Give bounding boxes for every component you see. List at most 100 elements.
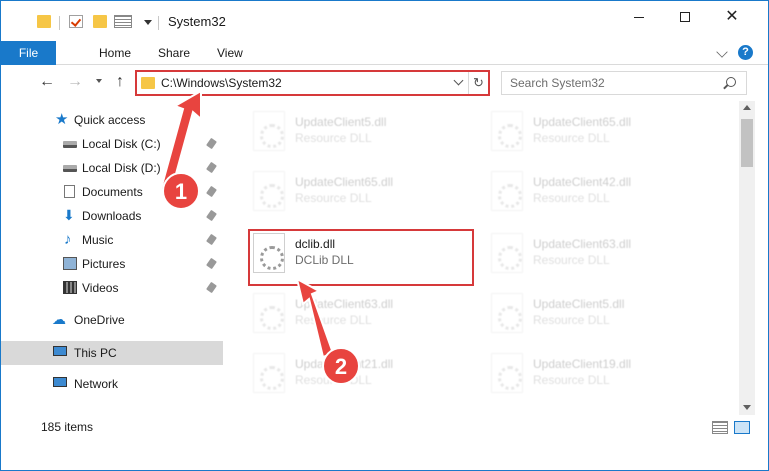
pin-icon[interactable] <box>206 137 217 150</box>
file-name: UpdateClient5.dll <box>533 297 625 311</box>
sidebar-item-downloads[interactable]: ⬇ Downloads <box>1 204 223 228</box>
music-icon: ♪ <box>64 231 72 248</box>
sidebar-item-label: Music <box>82 233 114 247</box>
file-item[interactable]: UpdateClient63.dll Resource DLL <box>487 229 717 279</box>
sidebar-item-label: Quick access <box>74 113 146 127</box>
file-item[interactable]: UpdateClient65.dll Resource DLL <box>487 107 717 157</box>
sidebar-item-label: OneDrive <box>74 313 125 327</box>
status-bar: 185 items <box>1 415 768 439</box>
file-item[interactable]: UpdateClient21.dll Resource DLL <box>249 349 479 399</box>
sidebar-item-documents[interactable]: Documents <box>1 180 223 204</box>
scroll-thumb[interactable] <box>741 119 753 167</box>
star-icon: ★ <box>55 111 69 128</box>
download-icon: ⬇ <box>63 207 75 223</box>
sidebar-item-local-disk-d[interactable]: Local Disk (D:) <box>1 156 223 180</box>
sidebar-item-label: This PC <box>74 346 117 360</box>
sidebar-item-label: Documents <box>82 185 143 199</box>
sidebar-item-label: Videos <box>82 281 119 295</box>
maximize-button[interactable] <box>662 1 708 33</box>
file-item[interactable]: UpdateClient63.dll Resource DLL <box>249 289 479 339</box>
forward-arrow-icon[interactable]: → <box>67 74 83 90</box>
dll-file-icon <box>253 353 285 393</box>
divider <box>59 16 60 30</box>
file-item[interactable]: UpdateClient42.dll Resource DLL <box>487 167 717 217</box>
search-input[interactable]: Search System32 <box>501 71 747 95</box>
properties-check-icon[interactable] <box>69 15 83 28</box>
navigation-bar: ← → ↑ C:\Windows\System32 ↻ Search Syste… <box>1 65 768 101</box>
folder-icon[interactable] <box>37 15 51 28</box>
pictures-icon <box>63 257 77 270</box>
tab-view[interactable]: View <box>217 41 243 65</box>
navigation-pane: ★ Quick access Local Disk (C:) Local Dis… <box>1 101 223 411</box>
vertical-scrollbar[interactable] <box>739 101 755 415</box>
details-view-icon[interactable] <box>712 421 728 434</box>
pin-icon[interactable] <box>206 161 217 174</box>
customize-toolbar-chevron-icon[interactable] <box>144 20 152 25</box>
minimize-button[interactable] <box>616 1 662 33</box>
sidebar-item-pictures[interactable]: Pictures <box>1 252 223 276</box>
file-name: UpdateClient19.dll <box>533 357 632 371</box>
dll-file-icon <box>491 171 523 211</box>
file-type: Resource DLL <box>295 191 372 205</box>
file-item[interactable]: UpdateClient65.dll Resource DLL <box>249 167 479 217</box>
pin-icon[interactable] <box>206 233 217 246</box>
search-placeholder: Search System32 <box>510 76 605 90</box>
maximize-icon <box>680 12 690 22</box>
ribbon-tabs: File Home Share View ? <box>1 41 768 65</box>
file-type: Resource DLL <box>295 313 372 327</box>
sidebar-item-onedrive[interactable]: ☁ OneDrive <box>1 308 223 332</box>
expand-ribbon-chevron-icon[interactable] <box>716 46 728 58</box>
drive-icon <box>63 141 77 148</box>
sidebar-item-quick-access[interactable]: ★ Quick access <box>1 108 223 132</box>
tab-share[interactable]: Share <box>158 41 190 65</box>
file-type: Resource DLL <box>533 191 610 205</box>
file-type: Resource DLL <box>533 313 610 327</box>
sidebar-item-label: Pictures <box>82 257 126 271</box>
close-button[interactable]: ✕ <box>709 1 755 33</box>
dll-file-icon <box>491 111 523 151</box>
properties-icon[interactable] <box>114 15 132 28</box>
sidebar-item-label: Downloads <box>82 209 142 223</box>
pin-icon[interactable] <box>206 257 217 270</box>
file-item[interactable]: UpdateClient19.dll Resource DLL <box>487 349 717 399</box>
large-icons-view-icon[interactable] <box>734 421 750 434</box>
pin-icon[interactable] <box>206 209 217 222</box>
sidebar-item-this-pc[interactable]: This PC <box>1 341 223 365</box>
address-highlight-box <box>135 70 490 96</box>
file-type: Resource DLL <box>295 131 372 145</box>
dll-file-icon <box>253 111 285 151</box>
pin-icon[interactable] <box>206 281 217 294</box>
sidebar-item-network[interactable]: Network <box>1 372 223 396</box>
file-name: UpdateClient5.dll <box>295 115 387 129</box>
tab-file[interactable]: File <box>1 41 56 65</box>
back-arrow-icon[interactable]: ← <box>39 74 55 90</box>
sidebar-item-videos[interactable]: Videos <box>1 276 223 300</box>
recent-locations-chevron-icon[interactable] <box>96 79 102 83</box>
scroll-down-arrow-icon[interactable] <box>743 405 751 410</box>
close-icon: ✕ <box>725 8 739 25</box>
file-name: UpdateClient21.dll <box>295 357 394 371</box>
file-item[interactable]: UpdateClient5.dll Resource DLL <box>487 289 717 339</box>
dll-file-icon <box>491 233 523 273</box>
title-bar: System32 ✕ <box>1 1 768 41</box>
new-folder-icon[interactable] <box>93 15 107 28</box>
file-type: Resource DLL <box>533 131 610 145</box>
minimize-icon <box>634 16 644 18</box>
file-name: UpdateClient63.dll <box>533 237 632 251</box>
scroll-up-arrow-icon[interactable] <box>743 105 751 110</box>
sidebar-item-local-disk-c[interactable]: Local Disk (C:) <box>1 132 223 156</box>
file-highlight-box <box>248 229 474 286</box>
file-name: UpdateClient63.dll <box>295 297 394 311</box>
up-arrow-icon[interactable]: ↑ <box>116 74 124 90</box>
search-icon[interactable] <box>726 77 736 87</box>
sidebar-item-music[interactable]: ♪ Music <box>1 228 223 252</box>
tab-home[interactable]: Home <box>99 41 131 65</box>
item-count: 185 items <box>41 420 94 434</box>
sidebar-item-label: Local Disk (D:) <box>82 161 161 175</box>
documents-icon <box>64 185 75 198</box>
computer-icon <box>53 346 67 356</box>
file-explorer-window: System32 ✕ File Home Share View ? ← → ↑ … <box>0 0 769 471</box>
help-icon[interactable]: ? <box>738 45 753 60</box>
file-item[interactable]: UpdateClient5.dll Resource DLL <box>249 107 479 157</box>
pin-icon[interactable] <box>206 185 217 198</box>
